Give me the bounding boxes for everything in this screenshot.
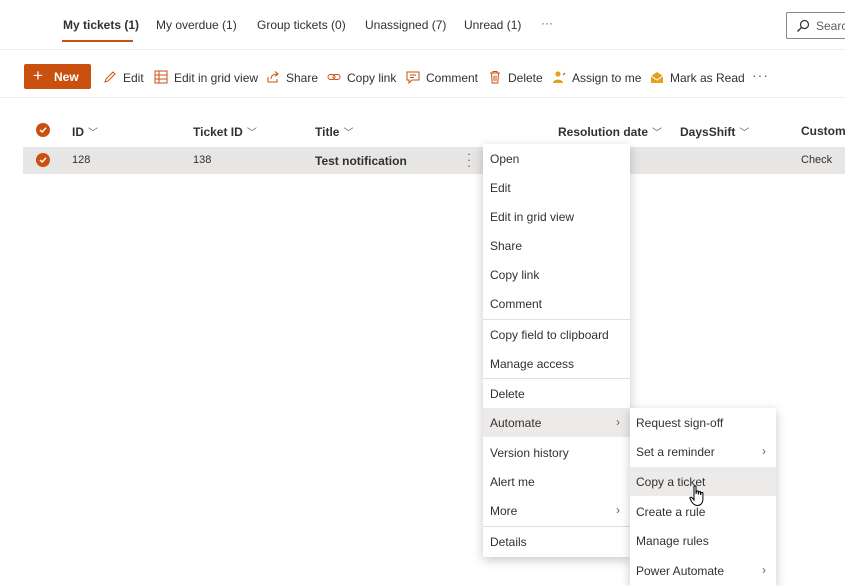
link-icon [327,74,341,80]
share-button[interactable]: Share [266,70,319,86]
trash-icon [490,71,500,84]
menu-item-delete[interactable]: Delete [483,379,630,408]
context-menu: Open Edit Edit in grid view Share Copy l… [483,144,630,557]
edit-button-label: Edit [123,71,144,85]
chevron-down-icon: ﹀ [246,128,257,139]
menu-item-open[interactable]: Open [483,144,630,173]
submenu-item-request-sign-off[interactable]: Request sign-off [630,408,776,437]
mark-as-read-label: Mark as Read [670,71,745,85]
menu-item-version-history[interactable]: Version history [483,438,630,467]
hand-cursor-icon [689,485,704,507]
edit-grid-view-label: Edit in grid view [174,71,259,85]
menu-item-copy-field[interactable]: Copy field to clipboard [483,320,630,349]
assign-to-me-button[interactable]: Assign to me [552,70,642,86]
active-tab-indicator [62,40,133,42]
chevron-right-icon: › [616,503,620,517]
chevron-right-icon: › [616,415,620,429]
assign-to-me-label: Assign to me [572,71,642,85]
select-all-checkbox[interactable] [36,123,50,137]
chevron-down-icon: ﹀ [652,128,663,139]
tabs-more-button[interactable]: ··· [541,16,553,30]
search-input[interactable]: Search [786,12,845,39]
tab-unread[interactable]: Unread (1) [464,18,521,32]
delete-button[interactable]: Delete [488,70,543,86]
chevron-down-icon: ﹀ [88,128,98,139]
menu-item-comment[interactable]: Comment [483,289,630,318]
comment-button[interactable]: Comment [406,70,479,86]
column-header-title[interactable]: Title ﹀ [315,124,353,139]
column-header-id[interactable]: ID ﹀ [72,124,98,139]
more-commands-button[interactable]: ··· [752,67,769,83]
menu-item-edit-grid-view[interactable]: Edit in grid view [483,202,630,231]
table-row[interactable] [23,147,845,174]
tab-unassigned[interactable]: Unassigned (7) [365,18,446,32]
tab-group-tickets[interactable]: Group tickets (0) [257,18,346,32]
plus-icon: + [33,66,43,85]
menu-item-edit[interactable]: Edit [483,173,630,202]
chevron-right-icon: › [762,563,766,577]
envelope-open-icon [650,72,664,83]
column-header-ticket-id[interactable]: Ticket ID ﹀ [193,124,257,139]
chevron-down-icon: ﹀ [343,128,354,139]
column-header-custom[interactable]: CustomF [801,124,845,138]
copy-link-label: Copy link [347,71,397,85]
menu-item-alert-me[interactable]: Alert me [483,467,630,496]
person-assign-icon [553,71,566,83]
menu-item-share[interactable]: Share [483,231,630,260]
cell-id: 128 [72,154,91,166]
new-button[interactable]: + New [24,64,91,89]
cell-title[interactable]: Test notification [315,154,407,168]
menu-item-details[interactable]: Details [483,527,630,556]
edit-button[interactable]: Edit [103,70,145,86]
comment-label: Comment [426,71,479,85]
column-header-resolution-date[interactable]: Resolution date ﹀ [558,124,662,139]
menu-item-more[interactable]: More › [483,496,630,525]
chevron-down-icon: ﹀ [739,128,750,139]
delete-label: Delete [508,71,543,85]
search-icon [797,19,810,32]
tab-my-tickets[interactable]: My tickets (1) [63,18,139,32]
cell-ticket-id: 138 [193,154,212,166]
share-label: Share [286,71,319,85]
row-checkbox[interactable] [36,153,50,167]
command-bar: + New Edit Edit in grid view Share Copy … [0,54,845,98]
grid-icon [154,70,168,84]
chevron-right-icon: › [762,444,766,458]
view-tabs: My tickets (1) My overdue (1) Group tick… [0,0,845,50]
submenu-item-power-automate[interactable]: Power Automate › [630,556,776,585]
comment-icon [406,71,420,84]
cell-custom: Check [801,154,833,166]
menu-item-copy-link[interactable]: Copy link [483,260,630,289]
menu-item-automate[interactable]: Automate › [483,408,630,437]
edit-grid-view-button[interactable]: Edit in grid view [154,70,259,86]
submenu-item-manage-rules[interactable]: Manage rules [630,526,776,555]
check-icon [39,127,47,134]
row-more-actions-button[interactable]: · · · [465,147,473,172]
column-header-daysshift[interactable]: DaysShift ﹀ [680,124,749,139]
check-icon [39,157,47,164]
submenu-item-set-reminder[interactable]: Set a reminder › [630,437,776,466]
new-button-label: New [54,70,79,84]
copy-link-button[interactable]: Copy link [327,70,397,86]
mark-as-read-button[interactable]: Mark as Read [650,70,745,86]
share-icon [267,71,279,83]
search-placeholder: Search [816,19,845,33]
pencil-icon [104,71,116,83]
tab-my-overdue[interactable]: My overdue (1) [156,18,237,32]
menu-item-manage-access[interactable]: Manage access [483,349,630,378]
